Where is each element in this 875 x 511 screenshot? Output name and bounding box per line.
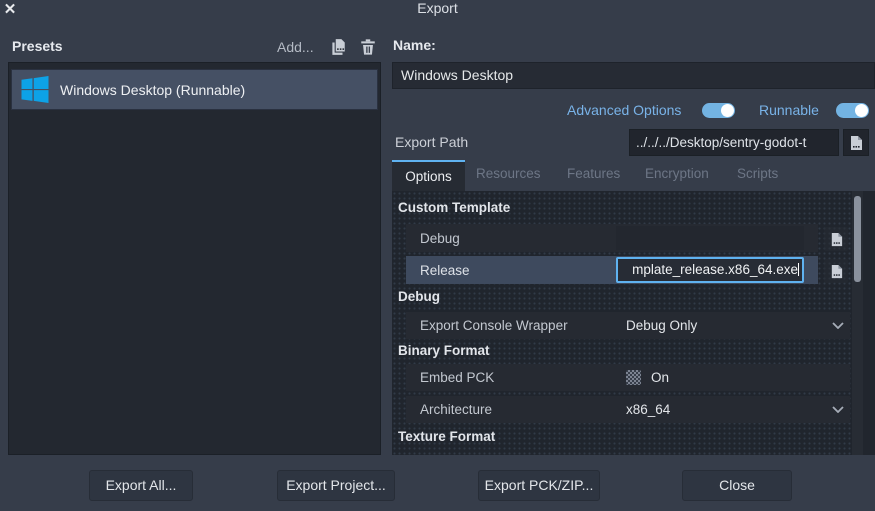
panel-right-edge xyxy=(863,191,875,455)
export-console-wrapper-select[interactable]: Debug Only xyxy=(616,318,697,333)
scrollbar-thumb[interactable] xyxy=(854,196,861,282)
embed-pck-value: On xyxy=(641,370,669,385)
name-input[interactable]: Windows Desktop xyxy=(392,62,875,89)
file-icon xyxy=(829,232,844,247)
export-pck-zip-button[interactable]: Export PCK/ZIP... xyxy=(478,470,600,501)
embed-pck-checkbox[interactable] xyxy=(626,370,641,385)
tab-scripts[interactable]: Scripts xyxy=(737,166,778,181)
export-dialog: Export ✕ Presets Add... xyxy=(0,0,875,511)
tab-encryption[interactable]: Encryption xyxy=(645,166,709,181)
runnable-label: Runnable xyxy=(759,102,819,118)
preset-list: Windows Desktop (Runnable) xyxy=(8,62,381,455)
close-icon[interactable]: ✕ xyxy=(0,0,20,20)
duplicate-preset-button[interactable] xyxy=(328,37,348,57)
export-path-label: Export Path xyxy=(395,134,468,150)
close-button[interactable]: Close xyxy=(682,470,792,501)
toggle-knob xyxy=(855,104,868,117)
export-console-wrapper-label: Export Console Wrapper xyxy=(406,318,616,333)
advanced-options-label: Advanced Options xyxy=(567,102,681,118)
section-debug: Debug xyxy=(398,289,440,304)
property-row-embed-pck: Embed PCK On xyxy=(406,364,850,391)
embed-pck-label: Embed PCK xyxy=(406,370,616,385)
toggle-knob xyxy=(721,104,734,117)
export-all-button[interactable]: Export All... xyxy=(89,470,193,501)
runnable-toggle[interactable] xyxy=(836,103,869,118)
section-binary-format: Binary Format xyxy=(398,343,490,358)
text-caret xyxy=(798,263,799,276)
windows-logo-icon xyxy=(20,76,50,103)
preset-item-windows-desktop[interactable]: Windows Desktop (Runnable) xyxy=(11,69,378,110)
tab-resources[interactable]: Resources xyxy=(476,166,541,181)
release-template-browse-button[interactable] xyxy=(824,259,848,283)
release-template-label: Release xyxy=(406,263,616,278)
trash-icon xyxy=(359,38,377,56)
property-row-export-console-wrapper: Export Console Wrapper Debug Only xyxy=(406,312,850,339)
property-row-release-template: Release mplate_release.x86_64.exe xyxy=(406,256,818,284)
delete-preset-button[interactable] xyxy=(358,37,378,57)
export-path-input[interactable]: ../../../Desktop/sentry-godot-t xyxy=(629,129,839,156)
file-icon xyxy=(848,135,864,151)
preset-item-label: Windows Desktop (Runnable) xyxy=(60,82,245,98)
tab-features[interactable]: Features xyxy=(567,166,620,181)
name-label: Name: xyxy=(393,37,436,53)
chevron-down-icon xyxy=(832,406,844,413)
architecture-select[interactable]: x86_64 xyxy=(616,402,670,417)
file-icon xyxy=(829,264,844,279)
chevron-down-icon xyxy=(832,322,844,329)
debug-template-label: Debug xyxy=(406,231,616,246)
section-texture-format: Texture Format xyxy=(398,429,495,444)
debug-template-input[interactable] xyxy=(616,226,804,250)
release-template-input[interactable]: mplate_release.x86_64.exe xyxy=(616,257,804,283)
property-row-debug-template: Debug xyxy=(406,224,818,252)
architecture-label: Architecture xyxy=(406,402,616,417)
tab-options[interactable]: Options xyxy=(392,160,465,191)
section-custom-template: Custom Template xyxy=(398,200,510,215)
advanced-options-toggle[interactable] xyxy=(702,103,735,118)
debug-template-browse-button[interactable] xyxy=(824,227,848,251)
duplicate-icon xyxy=(329,38,347,56)
export-path-browse-button[interactable] xyxy=(843,129,869,156)
export-project-button[interactable]: Export Project... xyxy=(277,470,395,501)
dialog-title: Export xyxy=(0,0,875,16)
property-row-architecture: Architecture x86_64 xyxy=(406,396,850,423)
options-panel: Custom Template Debug Release mplate_rel… xyxy=(392,191,875,455)
presets-title: Presets xyxy=(12,38,63,54)
add-preset-button[interactable]: Add... xyxy=(277,39,314,55)
